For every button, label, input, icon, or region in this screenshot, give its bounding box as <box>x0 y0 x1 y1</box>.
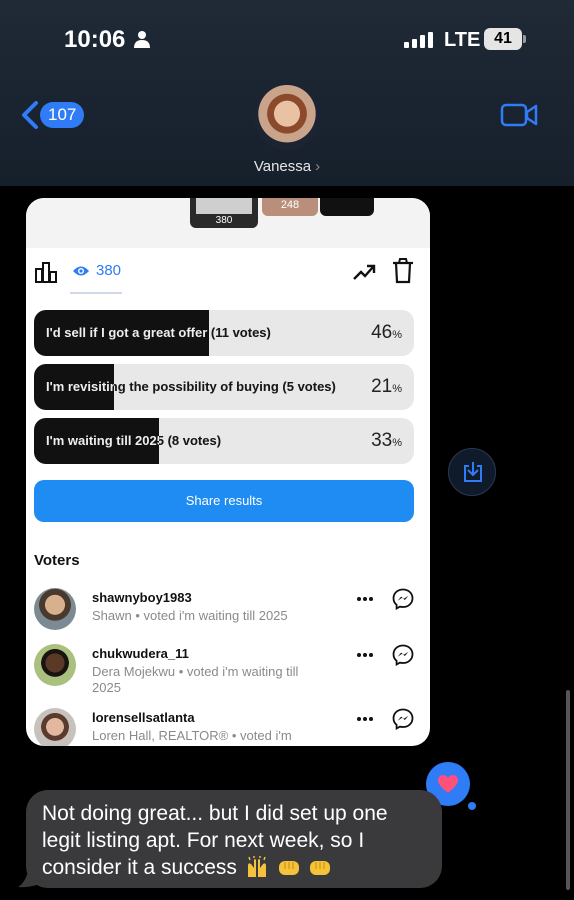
messenger-icon[interactable] <box>392 588 414 610</box>
poll-percentage: 33% <box>371 430 402 451</box>
contact-avatar[interactable] <box>254 84 320 150</box>
battery-level: 41 <box>484 28 522 50</box>
poll-option-label: I'm revisiting the possibility of buying… <box>46 379 336 394</box>
download-icon <box>464 462 482 482</box>
messenger-icon[interactable] <box>392 644 414 666</box>
fist-emoji-icon <box>310 861 331 875</box>
raised-hands-emoji-icon <box>247 856 266 877</box>
status-time: 10:06 <box>64 26 126 53</box>
tab-underline <box>70 292 122 294</box>
voter-username: shawnyboy1983 <box>92 590 192 605</box>
voter-row[interactable]: lorensellsatlanta Loren Hall, REALTOR® •… <box>26 708 430 746</box>
voter-username: chukwudera_11 <box>92 646 189 661</box>
heart-icon <box>438 775 458 793</box>
contact-name-text: Vanessa <box>253 158 312 175</box>
scrollbar[interactable] <box>566 690 570 890</box>
poll-option: I'm revisiting the possibility of buying… <box>34 364 414 410</box>
unread-count-badge[interactable]: 107 <box>40 102 85 128</box>
video-call-icon[interactable] <box>500 102 538 128</box>
poll-percentage: 46% <box>371 322 402 343</box>
contact-name[interactable]: Vanessa › <box>0 158 574 175</box>
message-text: Not doing great... but I did set up one … <box>42 802 388 879</box>
chevron-right-icon: › <box>315 158 321 175</box>
person-icon <box>134 31 150 48</box>
view-count[interactable]: 380 <box>96 262 121 279</box>
voter-avatar <box>34 644 76 686</box>
share-results-button[interactable]: Share results <box>34 480 414 522</box>
trending-up-icon[interactable] <box>352 260 376 284</box>
message-bubble[interactable]: Not doing great... but I did set up one … <box>26 790 442 888</box>
conversation-header: 10:06 LTE 41 107 Vanessa › <box>0 0 574 186</box>
voter-row[interactable]: chukwudera_11 Dera Mojekwu • voted i'm w… <box>26 644 430 704</box>
more-options-icon[interactable] <box>356 652 374 658</box>
poll-option: I'd sell if I got a great offer (11 vote… <box>34 310 414 356</box>
voter-username: lorensellsatlanta <box>92 710 195 725</box>
signal-icon <box>404 32 433 48</box>
more-options-icon[interactable] <box>356 596 374 602</box>
thumbnail-view-count: 380 <box>215 215 233 226</box>
voter-avatar <box>34 708 76 746</box>
poll-option-label: I'd sell if I got a great offer (11 vote… <box>46 325 271 340</box>
fist-emoji-icon <box>278 861 299 875</box>
shared-screenshot-message[interactable]: 380 248 380 I'd sell if I got a great of… <box>26 198 430 746</box>
poll-option-label: I'm waiting till 2025 (8 votes) <box>46 433 222 448</box>
voters-heading: Voters <box>34 552 80 569</box>
messenger-icon[interactable] <box>392 708 414 730</box>
reaction-tail <box>468 802 476 810</box>
more-options-icon[interactable] <box>356 716 374 722</box>
voter-row[interactable]: shawnyboy1983 Shawn • voted i'm waiting … <box>26 588 430 648</box>
voter-subtitle: Shawn • voted i'm waiting till 2025 <box>92 608 288 623</box>
story-thumbnail <box>320 198 374 216</box>
voter-avatar <box>34 588 76 630</box>
save-image-button[interactable] <box>448 448 496 496</box>
bar-chart-icon[interactable] <box>34 260 58 284</box>
story-toolbar: 380 <box>26 250 430 296</box>
story-thumbnail: 380 <box>190 198 258 228</box>
battery-icon: 41 <box>484 28 526 50</box>
network-label: LTE <box>444 29 481 51</box>
voter-subtitle: Loren Hall, REALTOR® • voted i'm revisit… <box>92 728 292 746</box>
eye-icon <box>73 266 89 276</box>
trash-icon[interactable] <box>392 258 414 284</box>
poll-percentage: 21% <box>371 376 402 397</box>
story-thumbnail: 248 <box>262 198 318 216</box>
chevron-left-icon <box>22 101 38 129</box>
poll-option: I'm waiting till 2025 (8 votes) 33% <box>34 418 414 464</box>
story-thumbnails: 380 248 <box>26 198 430 248</box>
voter-subtitle: Dera Mojekwu • voted i'm waiting till 20… <box>92 664 299 695</box>
